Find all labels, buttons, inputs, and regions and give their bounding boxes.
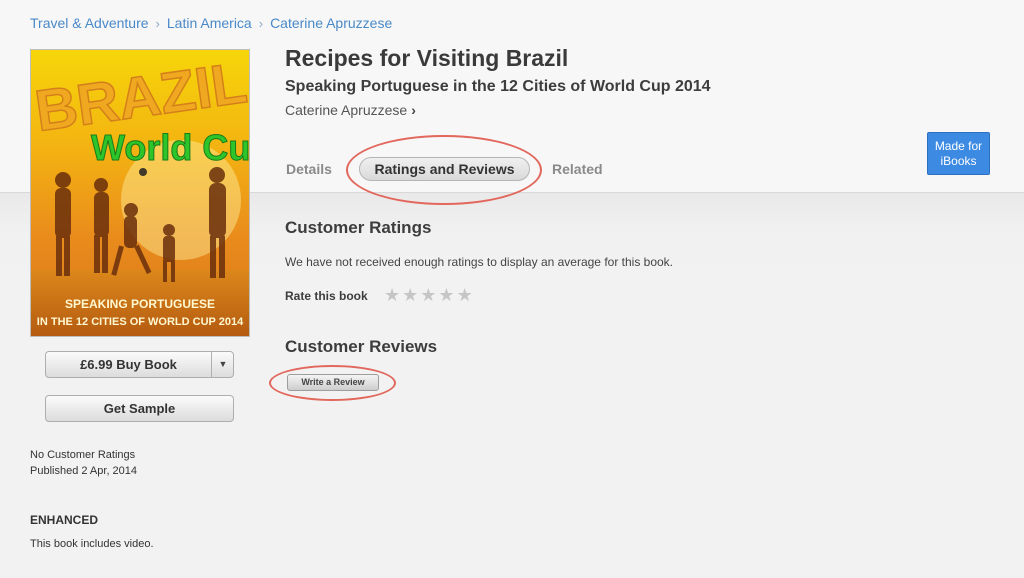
rate-this-book-label: Rate this book: [285, 289, 368, 303]
chevron-right-icon: ›: [411, 102, 416, 118]
buy-book-label[interactable]: £6.99 Buy Book: [46, 352, 211, 377]
star-icon[interactable]: ★: [384, 285, 401, 305]
ratings-count: No Customer Ratings: [30, 449, 136, 461]
book-subtitle: Speaking Portuguese in the 12 Cities of …: [285, 78, 711, 95]
ratings-note: We have not received enough ratings to d…: [285, 255, 674, 269]
breadcrumb: Travel & Adventure › Latin America › Caterin…: [30, 15, 392, 31]
customer-ratings-heading: Customer Ratings: [285, 218, 432, 237]
buy-book-button[interactable]: £6.99 Buy Book ▼: [45, 351, 234, 378]
get-sample-button[interactable]: Get Sample: [45, 395, 234, 422]
enhanced-description: This book includes video.: [30, 538, 154, 550]
tab-related[interactable]: Related: [552, 161, 603, 177]
tab-details[interactable]: Details: [286, 161, 332, 177]
breadcrumb-author[interactable]: Caterine Apruzzese: [270, 15, 392, 31]
star-icon[interactable]: ★: [438, 285, 455, 305]
breadcrumb-latin-america[interactable]: Latin America: [167, 15, 252, 31]
tab-ratings-and-reviews[interactable]: Ratings and Reviews: [359, 157, 530, 181]
badge-line-2: iBooks: [940, 154, 977, 168]
star-rating-input[interactable]: ★★★★★: [384, 285, 475, 306]
enhanced-heading: ENHANCED: [30, 513, 99, 527]
badge-line-1: Made for: [934, 139, 983, 153]
star-icon[interactable]: ★: [420, 285, 437, 305]
chevron-right-icon: ›: [155, 16, 160, 31]
book-meta: No Customer Ratings Published 2 Apr, 201…: [30, 447, 137, 479]
cover-tagline-2: IN THE 12 CITIES OF WORLD CUP 2014: [37, 316, 244, 328]
breadcrumb-travel-adventure[interactable]: Travel & Adventure: [30, 15, 149, 31]
author-link[interactable]: Caterine Apruzzese ›: [285, 102, 416, 118]
write-review-button[interactable]: Write a Review: [287, 374, 379, 391]
customer-reviews-heading: Customer Reviews: [285, 337, 438, 356]
made-for-ibooks-badge: Made for iBooks: [927, 132, 990, 175]
book-cover[interactable]: BRAZIL World Cup SPEAKING PORTUGUESE IN …: [30, 49, 250, 337]
book-title: Recipes for Visiting Brazil: [285, 45, 569, 71]
star-icon[interactable]: ★: [402, 285, 419, 305]
star-icon[interactable]: ★: [457, 285, 474, 305]
chevron-down-icon[interactable]: ▼: [212, 352, 234, 377]
published-date: Published 2 Apr, 2014: [30, 465, 138, 477]
cover-tagline-1: SPEAKING PORTUGUESE: [65, 297, 215, 311]
cover-subtitle-text: World Cup: [91, 127, 249, 168]
author-name[interactable]: Caterine Apruzzese: [285, 102, 407, 118]
chevron-right-icon: ›: [258, 16, 264, 31]
